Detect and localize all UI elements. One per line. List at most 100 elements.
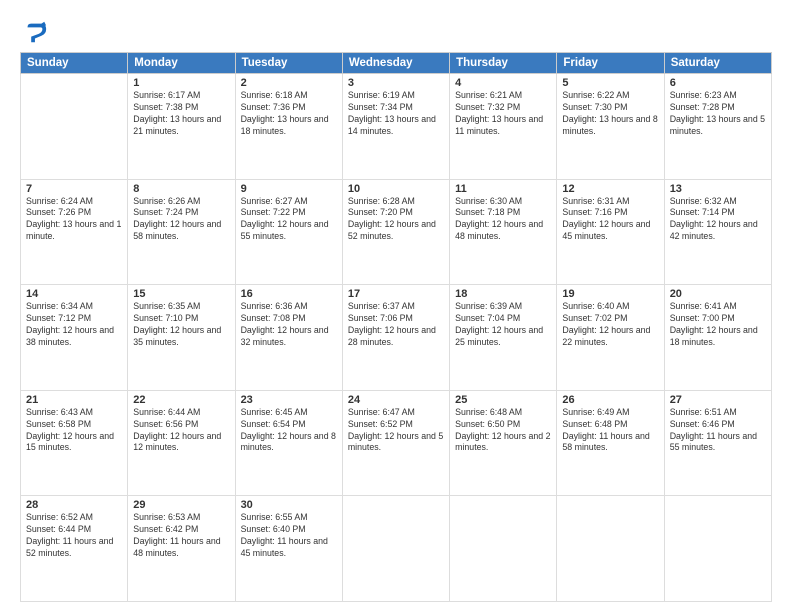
day-info: Sunrise: 6:32 AM Sunset: 7:14 PM Dayligh… [670, 196, 766, 244]
calendar-cell: 29Sunrise: 6:53 AM Sunset: 6:42 PM Dayli… [128, 496, 235, 602]
calendar-cell: 10Sunrise: 6:28 AM Sunset: 7:20 PM Dayli… [342, 179, 449, 285]
calendar-cell: 1Sunrise: 6:17 AM Sunset: 7:38 PM Daylig… [128, 74, 235, 180]
calendar-week-row: 7Sunrise: 6:24 AM Sunset: 7:26 PM Daylig… [21, 179, 772, 285]
day-number: 2 [241, 77, 337, 89]
day-info: Sunrise: 6:28 AM Sunset: 7:20 PM Dayligh… [348, 196, 444, 244]
day-info: Sunrise: 6:43 AM Sunset: 6:58 PM Dayligh… [26, 407, 122, 455]
calendar-cell: 23Sunrise: 6:45 AM Sunset: 6:54 PM Dayli… [235, 390, 342, 496]
day-info: Sunrise: 6:41 AM Sunset: 7:00 PM Dayligh… [670, 301, 766, 349]
calendar-cell [21, 74, 128, 180]
calendar-cell: 21Sunrise: 6:43 AM Sunset: 6:58 PM Dayli… [21, 390, 128, 496]
day-number: 25 [455, 394, 551, 406]
calendar-table: SundayMondayTuesdayWednesdayThursdayFrid… [20, 52, 772, 602]
day-info: Sunrise: 6:31 AM Sunset: 7:16 PM Dayligh… [562, 196, 658, 244]
weekday-header: Tuesday [235, 53, 342, 74]
day-number: 16 [241, 288, 337, 300]
day-number: 15 [133, 288, 229, 300]
calendar-cell: 20Sunrise: 6:41 AM Sunset: 7:00 PM Dayli… [664, 285, 771, 391]
day-number: 8 [133, 183, 229, 195]
calendar-cell [450, 496, 557, 602]
weekday-header: Monday [128, 53, 235, 74]
weekday-header: Wednesday [342, 53, 449, 74]
calendar-cell: 7Sunrise: 6:24 AM Sunset: 7:26 PM Daylig… [21, 179, 128, 285]
day-info: Sunrise: 6:22 AM Sunset: 7:30 PM Dayligh… [562, 90, 658, 138]
day-number: 20 [670, 288, 766, 300]
calendar-cell: 2Sunrise: 6:18 AM Sunset: 7:36 PM Daylig… [235, 74, 342, 180]
day-number: 7 [26, 183, 122, 195]
calendar-cell: 26Sunrise: 6:49 AM Sunset: 6:48 PM Dayli… [557, 390, 664, 496]
logo [20, 18, 52, 46]
calendar-cell: 12Sunrise: 6:31 AM Sunset: 7:16 PM Dayli… [557, 179, 664, 285]
calendar-cell: 17Sunrise: 6:37 AM Sunset: 7:06 PM Dayli… [342, 285, 449, 391]
calendar-cell [664, 496, 771, 602]
calendar-cell: 3Sunrise: 6:19 AM Sunset: 7:34 PM Daylig… [342, 74, 449, 180]
day-number: 12 [562, 183, 658, 195]
day-number: 5 [562, 77, 658, 89]
day-info: Sunrise: 6:36 AM Sunset: 7:08 PM Dayligh… [241, 301, 337, 349]
calendar-cell [342, 496, 449, 602]
calendar-cell: 9Sunrise: 6:27 AM Sunset: 7:22 PM Daylig… [235, 179, 342, 285]
calendar-cell: 13Sunrise: 6:32 AM Sunset: 7:14 PM Dayli… [664, 179, 771, 285]
day-info: Sunrise: 6:27 AM Sunset: 7:22 PM Dayligh… [241, 196, 337, 244]
day-number: 21 [26, 394, 122, 406]
calendar-week-row: 14Sunrise: 6:34 AM Sunset: 7:12 PM Dayli… [21, 285, 772, 391]
day-number: 14 [26, 288, 122, 300]
day-number: 10 [348, 183, 444, 195]
day-info: Sunrise: 6:55 AM Sunset: 6:40 PM Dayligh… [241, 512, 337, 560]
calendar-week-row: 21Sunrise: 6:43 AM Sunset: 6:58 PM Dayli… [21, 390, 772, 496]
day-number: 23 [241, 394, 337, 406]
calendar-cell: 18Sunrise: 6:39 AM Sunset: 7:04 PM Dayli… [450, 285, 557, 391]
day-number: 24 [348, 394, 444, 406]
day-number: 30 [241, 499, 337, 511]
calendar-cell: 8Sunrise: 6:26 AM Sunset: 7:24 PM Daylig… [128, 179, 235, 285]
day-info: Sunrise: 6:34 AM Sunset: 7:12 PM Dayligh… [26, 301, 122, 349]
day-number: 17 [348, 288, 444, 300]
day-number: 3 [348, 77, 444, 89]
day-info: Sunrise: 6:19 AM Sunset: 7:34 PM Dayligh… [348, 90, 444, 138]
day-number: 4 [455, 77, 551, 89]
calendar-cell: 6Sunrise: 6:23 AM Sunset: 7:28 PM Daylig… [664, 74, 771, 180]
day-info: Sunrise: 6:35 AM Sunset: 7:10 PM Dayligh… [133, 301, 229, 349]
day-info: Sunrise: 6:40 AM Sunset: 7:02 PM Dayligh… [562, 301, 658, 349]
day-number: 22 [133, 394, 229, 406]
day-number: 1 [133, 77, 229, 89]
day-info: Sunrise: 6:21 AM Sunset: 7:32 PM Dayligh… [455, 90, 551, 138]
day-number: 9 [241, 183, 337, 195]
day-number: 18 [455, 288, 551, 300]
calendar-cell: 14Sunrise: 6:34 AM Sunset: 7:12 PM Dayli… [21, 285, 128, 391]
day-info: Sunrise: 6:18 AM Sunset: 7:36 PM Dayligh… [241, 90, 337, 138]
calendar-cell: 24Sunrise: 6:47 AM Sunset: 6:52 PM Dayli… [342, 390, 449, 496]
day-info: Sunrise: 6:51 AM Sunset: 6:46 PM Dayligh… [670, 407, 766, 455]
calendar-cell: 19Sunrise: 6:40 AM Sunset: 7:02 PM Dayli… [557, 285, 664, 391]
day-number: 19 [562, 288, 658, 300]
weekday-header: Saturday [664, 53, 771, 74]
day-info: Sunrise: 6:45 AM Sunset: 6:54 PM Dayligh… [241, 407, 337, 455]
day-info: Sunrise: 6:49 AM Sunset: 6:48 PM Dayligh… [562, 407, 658, 455]
calendar-cell: 15Sunrise: 6:35 AM Sunset: 7:10 PM Dayli… [128, 285, 235, 391]
day-number: 13 [670, 183, 766, 195]
day-info: Sunrise: 6:23 AM Sunset: 7:28 PM Dayligh… [670, 90, 766, 138]
day-number: 28 [26, 499, 122, 511]
day-info: Sunrise: 6:17 AM Sunset: 7:38 PM Dayligh… [133, 90, 229, 138]
calendar-cell: 4Sunrise: 6:21 AM Sunset: 7:32 PM Daylig… [450, 74, 557, 180]
calendar-header-row: SundayMondayTuesdayWednesdayThursdayFrid… [21, 53, 772, 74]
calendar-cell: 30Sunrise: 6:55 AM Sunset: 6:40 PM Dayli… [235, 496, 342, 602]
day-info: Sunrise: 6:44 AM Sunset: 6:56 PM Dayligh… [133, 407, 229, 455]
day-info: Sunrise: 6:52 AM Sunset: 6:44 PM Dayligh… [26, 512, 122, 560]
calendar-cell: 27Sunrise: 6:51 AM Sunset: 6:46 PM Dayli… [664, 390, 771, 496]
day-info: Sunrise: 6:53 AM Sunset: 6:42 PM Dayligh… [133, 512, 229, 560]
weekday-header: Sunday [21, 53, 128, 74]
day-number: 26 [562, 394, 658, 406]
day-number: 6 [670, 77, 766, 89]
weekday-header: Friday [557, 53, 664, 74]
day-info: Sunrise: 6:48 AM Sunset: 6:50 PM Dayligh… [455, 407, 551, 455]
calendar-cell: 28Sunrise: 6:52 AM Sunset: 6:44 PM Dayli… [21, 496, 128, 602]
day-info: Sunrise: 6:24 AM Sunset: 7:26 PM Dayligh… [26, 196, 122, 244]
day-info: Sunrise: 6:30 AM Sunset: 7:18 PM Dayligh… [455, 196, 551, 244]
day-info: Sunrise: 6:26 AM Sunset: 7:24 PM Dayligh… [133, 196, 229, 244]
weekday-header: Thursday [450, 53, 557, 74]
calendar-cell [557, 496, 664, 602]
calendar-cell: 16Sunrise: 6:36 AM Sunset: 7:08 PM Dayli… [235, 285, 342, 391]
calendar-cell: 25Sunrise: 6:48 AM Sunset: 6:50 PM Dayli… [450, 390, 557, 496]
page-header [20, 18, 772, 46]
